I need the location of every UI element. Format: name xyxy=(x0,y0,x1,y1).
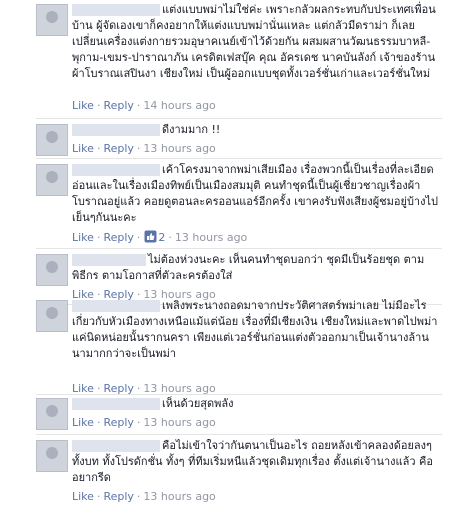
reply-link[interactable]: Reply xyxy=(103,416,133,429)
avatar[interactable] xyxy=(36,4,68,36)
reply-link[interactable]: Reply xyxy=(103,142,133,155)
divider xyxy=(36,158,442,159)
comment-actions: Like · Reply · 13 hours ago xyxy=(72,416,216,430)
comment-body: ไม่ต้องห่วงนะคะ เห็นคนทำชุดบอกว่า ชุดมีเ… xyxy=(72,252,442,284)
comment-thread: แต่งแบบพม่าไม่ใช่ค่ะ เพราะกลัวผลกระทบกับ… xyxy=(0,0,450,511)
timestamp[interactable]: 13 hours ago xyxy=(143,416,215,429)
reply-link[interactable]: Reply xyxy=(103,231,133,244)
separator: · xyxy=(168,231,172,244)
separator: · xyxy=(96,99,101,112)
avatar[interactable] xyxy=(36,440,68,472)
divider xyxy=(36,118,442,119)
like-link[interactable]: Like xyxy=(72,142,94,155)
commenter-name-redacted[interactable] xyxy=(72,398,160,410)
comment-actions: Like · Reply · 13 hours ago xyxy=(72,490,216,504)
avatar[interactable] xyxy=(36,254,68,286)
like-link[interactable]: Like xyxy=(72,231,94,244)
reply-link[interactable]: Reply xyxy=(103,490,133,503)
avatar[interactable] xyxy=(36,398,68,430)
divider xyxy=(36,394,442,395)
timestamp[interactable]: 13 hours ago xyxy=(143,490,215,503)
divider xyxy=(36,434,442,435)
thumbs-up-icon xyxy=(144,230,157,243)
comment-actions: Like · Reply · 2 · 13 hours ago xyxy=(72,230,247,245)
timestamp[interactable]: 13 hours ago xyxy=(175,231,247,244)
separator: · xyxy=(96,231,101,244)
comment-actions: Like · Reply · 14 hours ago xyxy=(72,99,216,113)
like-link[interactable]: Like xyxy=(72,490,94,503)
comment-body: เพลิงพระนางถอดมาจากประวัติศาสตร์พม่าเลย … xyxy=(72,298,442,362)
timestamp[interactable]: 13 hours ago xyxy=(143,142,215,155)
comment-text: ดีงามมาก !! xyxy=(162,123,221,136)
timestamp[interactable]: 14 hours ago xyxy=(143,99,215,112)
avatar[interactable] xyxy=(36,164,68,196)
separator: · xyxy=(96,490,101,503)
separator: · xyxy=(96,142,101,155)
commenter-name-redacted[interactable] xyxy=(72,124,160,136)
comment-body: คือไม่เข้าใจว่ากันตนาเป็นอะไร ถอยหลังเข้… xyxy=(72,438,442,486)
comment-actions: Like · Reply · 13 hours ago xyxy=(72,142,216,156)
commenter-name-redacted[interactable] xyxy=(72,440,160,452)
commenter-name-redacted[interactable] xyxy=(72,164,160,176)
like-count[interactable]: 2 xyxy=(143,230,165,244)
avatar[interactable] xyxy=(36,124,68,156)
separator: · xyxy=(136,231,141,244)
comment-body: เค้าโครงมาจากพม่าเสียเมือง เรื่องพวกนี้เ… xyxy=(72,162,442,226)
separator: · xyxy=(136,142,141,155)
commenter-name-redacted[interactable] xyxy=(72,254,146,266)
reply-link[interactable]: Reply xyxy=(103,99,133,112)
like-link[interactable]: Like xyxy=(72,416,94,429)
like-link[interactable]: Like xyxy=(72,99,94,112)
comment-text: เห็นด้วยสุดพลัง xyxy=(162,397,234,410)
separator: · xyxy=(136,99,141,112)
comment-body: ดีงามมาก !! xyxy=(72,122,442,138)
commenter-name-redacted[interactable] xyxy=(72,300,160,312)
separator: · xyxy=(136,416,141,429)
comment-body: แต่งแบบพม่าไม่ใช่ค่ะ เพราะกลัวผลกระทบกับ… xyxy=(72,2,442,82)
divider xyxy=(36,248,442,249)
separator: · xyxy=(136,490,141,503)
separator: · xyxy=(96,416,101,429)
avatar[interactable] xyxy=(36,300,68,332)
commenter-name-redacted[interactable] xyxy=(72,4,160,16)
comment-body: เห็นด้วยสุดพลัง xyxy=(72,396,442,412)
